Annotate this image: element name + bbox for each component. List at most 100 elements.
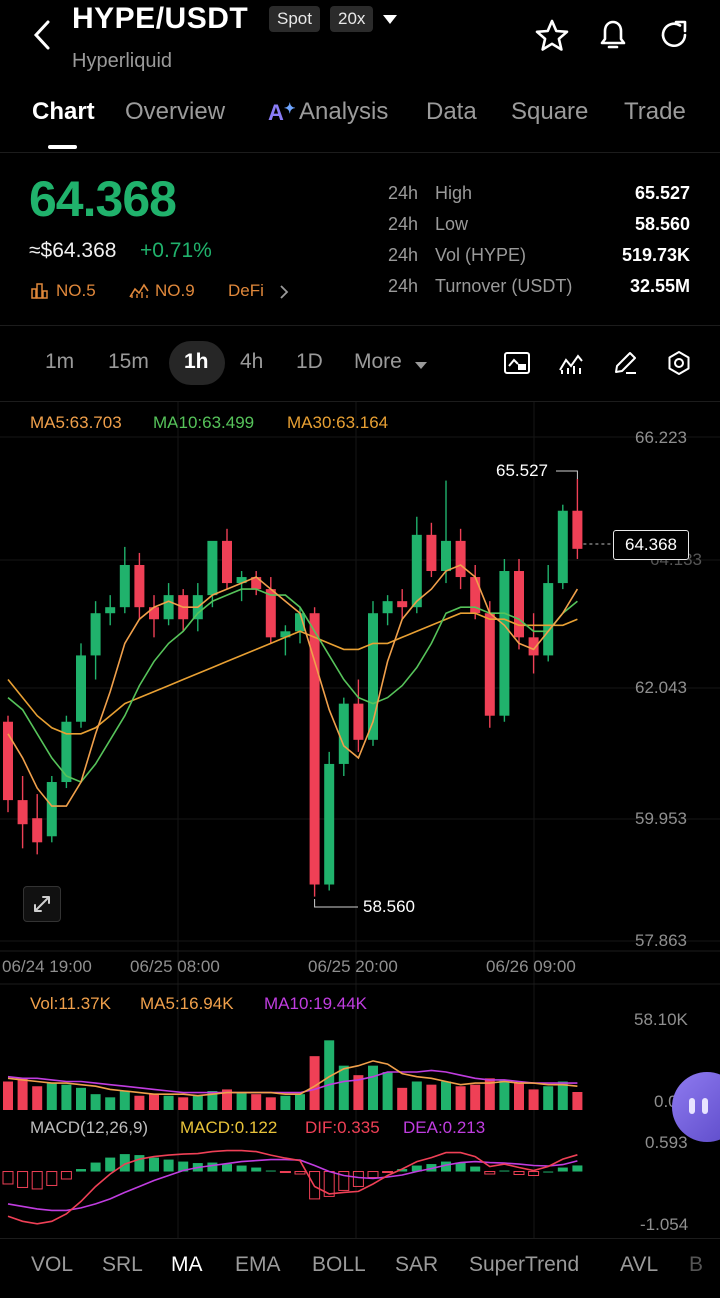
candle bbox=[61, 721, 72, 783]
volume-bar bbox=[382, 1071, 393, 1110]
candle bbox=[484, 613, 495, 716]
volume-bar bbox=[528, 1089, 539, 1110]
low-leader-line bbox=[314, 898, 358, 908]
time-axis-label: 06/25 08:00 bbox=[130, 957, 220, 976]
candle bbox=[572, 510, 583, 549]
candle bbox=[76, 655, 86, 722]
candle bbox=[543, 583, 554, 656]
volume-bar bbox=[17, 1078, 28, 1110]
macd-histogram-bar bbox=[265, 1170, 276, 1172]
volume-bar bbox=[295, 1094, 305, 1110]
indicator-tab-boll[interactable]: BOLL bbox=[312, 1253, 366, 1277]
macd-histogram-bar bbox=[207, 1162, 218, 1172]
candle bbox=[397, 601, 408, 608]
indicator-tab-supertrend[interactable]: SuperTrend bbox=[469, 1253, 579, 1277]
volume-bar bbox=[265, 1097, 276, 1110]
vol-ma5-legend: MA5:16.94K bbox=[140, 994, 234, 1013]
price-axis-label: 57.863 bbox=[635, 931, 687, 950]
volume-bar bbox=[514, 1083, 524, 1110]
macd-histogram-bar bbox=[382, 1171, 394, 1174]
candle bbox=[557, 510, 568, 584]
candle bbox=[514, 571, 524, 638]
macd-histogram-bar bbox=[149, 1157, 159, 1172]
price-chart[interactable] bbox=[0, 0, 720, 1298]
price-axis-label: 62.043 bbox=[635, 678, 687, 697]
macd-histogram-bar bbox=[513, 1171, 525, 1176]
high-leader-line bbox=[556, 470, 578, 479]
candle bbox=[265, 589, 276, 638]
candle bbox=[163, 595, 174, 620]
candle bbox=[324, 763, 335, 885]
macd-histogram-bar bbox=[367, 1171, 379, 1178]
indicator-tab-sar[interactable]: SAR bbox=[395, 1253, 438, 1277]
macd-histogram-bar bbox=[484, 1171, 496, 1175]
macd-histogram-bar bbox=[76, 1169, 86, 1172]
macd-histogram-bar bbox=[236, 1165, 247, 1172]
volume-bar bbox=[368, 1065, 378, 1110]
candle bbox=[90, 613, 101, 656]
dif-line bbox=[7, 1149, 578, 1225]
volume-bar bbox=[61, 1084, 72, 1110]
candle bbox=[17, 800, 28, 825]
vol-legend: Vol:11.37K bbox=[30, 994, 111, 1013]
candle bbox=[119, 564, 130, 608]
macd-axis-top: 0.593 bbox=[645, 1133, 688, 1152]
macd-histogram-bar bbox=[17, 1171, 29, 1188]
candle bbox=[499, 571, 510, 716]
macd-legend-dea: DEA:0.213 bbox=[403, 1118, 486, 1137]
volume-bar bbox=[499, 1079, 510, 1110]
macd-histogram-bar bbox=[46, 1171, 58, 1186]
macd-histogram-bar bbox=[572, 1165, 583, 1172]
volume-bar bbox=[236, 1092, 247, 1110]
macd-histogram-bar bbox=[163, 1159, 174, 1172]
candle bbox=[426, 534, 437, 572]
indicator-tab-vol[interactable]: VOL bbox=[31, 1253, 73, 1277]
candle bbox=[32, 818, 43, 843]
time-axis-label: 06/26 09:00 bbox=[486, 957, 576, 976]
candle bbox=[338, 703, 349, 764]
candle bbox=[455, 540, 466, 578]
volume-bar bbox=[192, 1095, 203, 1110]
volume-bar bbox=[455, 1086, 466, 1110]
volume-bar bbox=[338, 1065, 349, 1110]
candle bbox=[105, 607, 116, 614]
volume-bar bbox=[134, 1095, 145, 1110]
indicator-tab-more[interactable]: B bbox=[689, 1253, 720, 1277]
candle bbox=[441, 540, 451, 572]
candle bbox=[149, 607, 159, 620]
macd-histogram-bar bbox=[499, 1170, 510, 1172]
assistant-eyes-icon bbox=[702, 1098, 708, 1114]
macd-histogram-bar bbox=[105, 1157, 116, 1172]
indicator-tab-avl[interactable]: AVL bbox=[620, 1253, 658, 1277]
volume-bar bbox=[470, 1084, 481, 1110]
volume-bar bbox=[163, 1095, 174, 1110]
volume-bar bbox=[46, 1083, 57, 1110]
vol-axis-top: 58.10K bbox=[634, 1010, 688, 1029]
volume-bar bbox=[572, 1091, 583, 1110]
time-axis-label: 06/24 19:00 bbox=[2, 957, 92, 976]
indicator-tab-srl[interactable]: SRL bbox=[102, 1253, 143, 1277]
candle bbox=[411, 534, 422, 608]
volume-bar bbox=[76, 1087, 86, 1110]
volume-bar bbox=[441, 1081, 451, 1110]
volume-bar bbox=[149, 1094, 159, 1110]
volume-bar bbox=[280, 1095, 291, 1110]
current-price-tag: 64.368 bbox=[613, 530, 689, 560]
volume-bar bbox=[178, 1097, 189, 1110]
candle bbox=[222, 540, 232, 584]
macd-legend-name: MACD(12,26,9) bbox=[30, 1118, 149, 1137]
high-annotation: 65.527 bbox=[496, 461, 548, 480]
candle bbox=[353, 703, 364, 740]
macd-histogram-bar bbox=[2, 1171, 14, 1185]
candle bbox=[207, 540, 218, 596]
indicator-tab-ma[interactable]: MA bbox=[171, 1253, 203, 1277]
candle bbox=[528, 637, 539, 656]
vol-ma10-legend: MA10:19.44K bbox=[264, 994, 368, 1013]
volume-bar bbox=[411, 1081, 422, 1110]
macd-histogram-bar bbox=[543, 1171, 554, 1173]
volume-bar bbox=[426, 1084, 437, 1110]
macd-legend-dif: DIF:0.335 bbox=[305, 1118, 380, 1137]
indicator-tab-ema[interactable]: EMA bbox=[235, 1253, 281, 1277]
fullscreen-button[interactable] bbox=[23, 886, 61, 922]
macd-histogram-bar bbox=[470, 1166, 481, 1172]
